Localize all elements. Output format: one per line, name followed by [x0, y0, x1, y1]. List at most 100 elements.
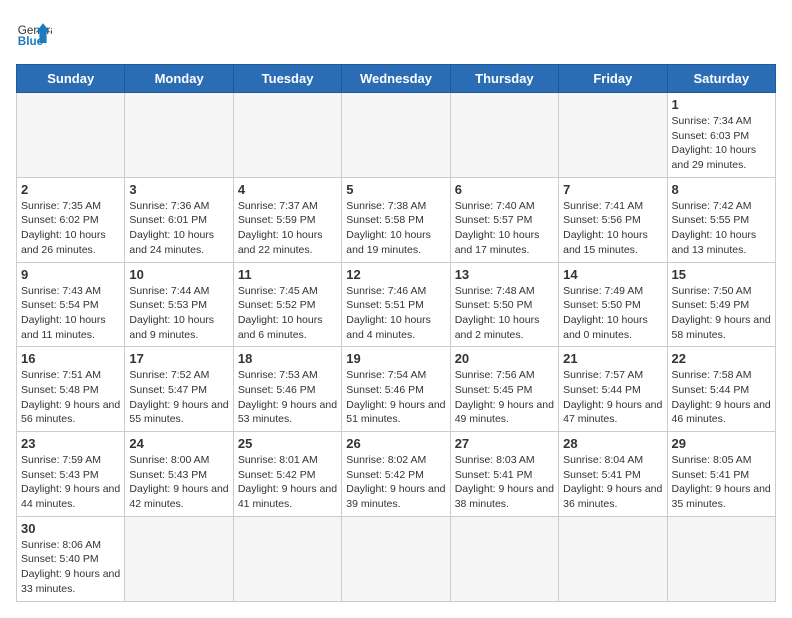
logo: General Blue	[16, 16, 52, 52]
day-info: Sunrise: 8:02 AM Sunset: 5:42 PM Dayligh…	[346, 453, 445, 512]
day-info: Sunrise: 7:53 AM Sunset: 5:46 PM Dayligh…	[238, 368, 337, 427]
day-info: Sunrise: 7:54 AM Sunset: 5:46 PM Dayligh…	[346, 368, 445, 427]
calendar-cell: 6 Sunrise: 7:40 AM Sunset: 5:57 PM Daylig…	[450, 177, 558, 262]
calendar-cell: 19 Sunrise: 7:54 AM Sunset: 5:46 PM Dayli…	[342, 347, 450, 432]
calendar-cell	[667, 516, 775, 601]
calendar-cell	[233, 516, 341, 601]
day-number: 11	[238, 267, 337, 282]
day-info: Sunrise: 7:45 AM Sunset: 5:52 PM Dayligh…	[238, 284, 337, 343]
logo-icon: General Blue	[16, 16, 52, 52]
day-number: 7	[563, 182, 662, 197]
calendar-cell	[342, 93, 450, 178]
day-number: 22	[672, 351, 771, 366]
weekday-header-tuesday: Tuesday	[233, 65, 341, 93]
day-info: Sunrise: 8:03 AM Sunset: 5:41 PM Dayligh…	[455, 453, 554, 512]
calendar-cell	[450, 516, 558, 601]
calendar-cell: 9 Sunrise: 7:43 AM Sunset: 5:54 PM Daylig…	[17, 262, 125, 347]
day-number: 6	[455, 182, 554, 197]
calendar-cell: 1Sunrise: 7:34 AM Sunset: 6:03 PM Daylig…	[667, 93, 775, 178]
day-number: 10	[129, 267, 228, 282]
day-number: 5	[346, 182, 445, 197]
calendar-cell: 2Sunrise: 7:35 AM Sunset: 6:02 PM Daylig…	[17, 177, 125, 262]
day-info: Sunrise: 7:44 AM Sunset: 5:53 PM Dayligh…	[129, 284, 228, 343]
weekday-header-sunday: Sunday	[17, 65, 125, 93]
calendar-cell	[17, 93, 125, 178]
calendar-cell	[125, 93, 233, 178]
calendar-cell: 26 Sunrise: 8:02 AM Sunset: 5:42 PM Dayli…	[342, 432, 450, 517]
day-number: 25	[238, 436, 337, 451]
calendar-cell: 11 Sunrise: 7:45 AM Sunset: 5:52 PM Dayli…	[233, 262, 341, 347]
day-info: Sunrise: 7:41 AM Sunset: 5:56 PM Dayligh…	[563, 199, 662, 258]
day-info: Sunrise: 7:49 AM Sunset: 5:50 PM Dayligh…	[563, 284, 662, 343]
day-info: Sunrise: 7:48 AM Sunset: 5:50 PM Dayligh…	[455, 284, 554, 343]
calendar-cell: 25 Sunrise: 8:01 AM Sunset: 5:42 PM Dayli…	[233, 432, 341, 517]
day-number: 26	[346, 436, 445, 451]
day-info: Sunrise: 7:40 AM Sunset: 5:57 PM Dayligh…	[455, 199, 554, 258]
weekday-header-row: SundayMondayTuesdayWednesdayThursdayFrid…	[17, 65, 776, 93]
day-info: Sunrise: 8:05 AM Sunset: 5:41 PM Dayligh…	[672, 453, 771, 512]
day-info: Sunrise: 7:58 AM Sunset: 5:44 PM Dayligh…	[672, 368, 771, 427]
calendar-cell	[233, 93, 341, 178]
day-info: Sunrise: 7:50 AM Sunset: 5:49 PM Dayligh…	[672, 284, 771, 343]
day-number: 19	[346, 351, 445, 366]
day-number: 23	[21, 436, 120, 451]
calendar-cell: 13Sunrise: 7:48 AM Sunset: 5:50 PM Dayli…	[450, 262, 558, 347]
day-number: 21	[563, 351, 662, 366]
calendar-cell: 20Sunrise: 7:56 AM Sunset: 5:45 PM Dayli…	[450, 347, 558, 432]
day-number: 4	[238, 182, 337, 197]
day-number: 30	[21, 521, 120, 536]
day-number: 16	[21, 351, 120, 366]
weekday-header-friday: Friday	[559, 65, 667, 93]
calendar-cell	[450, 93, 558, 178]
calendar-cell: 3 Sunrise: 7:36 AM Sunset: 6:01 PM Daylig…	[125, 177, 233, 262]
calendar-cell	[125, 516, 233, 601]
calendar-cell: 4 Sunrise: 7:37 AM Sunset: 5:59 PM Daylig…	[233, 177, 341, 262]
day-info: Sunrise: 8:01 AM Sunset: 5:42 PM Dayligh…	[238, 453, 337, 512]
week-row-5: 23 Sunrise: 7:59 AM Sunset: 5:43 PM Dayli…	[17, 432, 776, 517]
calendar-cell: 10 Sunrise: 7:44 AM Sunset: 5:53 PM Dayli…	[125, 262, 233, 347]
calendar-cell: 23 Sunrise: 7:59 AM Sunset: 5:43 PM Dayli…	[17, 432, 125, 517]
day-number: 29	[672, 436, 771, 451]
day-number: 18	[238, 351, 337, 366]
calendar-cell: 29 Sunrise: 8:05 AM Sunset: 5:41 PM Dayli…	[667, 432, 775, 517]
day-info: Sunrise: 7:43 AM Sunset: 5:54 PM Dayligh…	[21, 284, 120, 343]
calendar-cell: 5 Sunrise: 7:38 AM Sunset: 5:58 PM Daylig…	[342, 177, 450, 262]
weekday-header-saturday: Saturday	[667, 65, 775, 93]
day-info: Sunrise: 7:42 AM Sunset: 5:55 PM Dayligh…	[672, 199, 771, 258]
day-info: Sunrise: 7:57 AM Sunset: 5:44 PM Dayligh…	[563, 368, 662, 427]
day-info: Sunrise: 7:59 AM Sunset: 5:43 PM Dayligh…	[21, 453, 120, 512]
day-number: 20	[455, 351, 554, 366]
calendar-cell: 18 Sunrise: 7:53 AM Sunset: 5:46 PM Dayli…	[233, 347, 341, 432]
weekday-header-wednesday: Wednesday	[342, 65, 450, 93]
calendar-cell: 24Sunrise: 8:00 AM Sunset: 5:43 PM Dayli…	[125, 432, 233, 517]
calendar-cell: 27Sunrise: 8:03 AM Sunset: 5:41 PM Dayli…	[450, 432, 558, 517]
calendar-cell: 14 Sunrise: 7:49 AM Sunset: 5:50 PM Dayli…	[559, 262, 667, 347]
calendar-cell: 15Sunrise: 7:50 AM Sunset: 5:49 PM Dayli…	[667, 262, 775, 347]
calendar-cell: 30 Sunrise: 8:06 AM Sunset: 5:40 PM Dayli…	[17, 516, 125, 601]
calendar-cell	[342, 516, 450, 601]
week-row-6: 30 Sunrise: 8:06 AM Sunset: 5:40 PM Dayli…	[17, 516, 776, 601]
day-number: 12	[346, 267, 445, 282]
day-number: 17	[129, 351, 228, 366]
day-info: Sunrise: 8:00 AM Sunset: 5:43 PM Dayligh…	[129, 453, 228, 512]
day-info: Sunrise: 7:35 AM Sunset: 6:02 PM Dayligh…	[21, 199, 120, 258]
weekday-header-thursday: Thursday	[450, 65, 558, 93]
week-row-4: 16Sunrise: 7:51 AM Sunset: 5:48 PM Dayli…	[17, 347, 776, 432]
day-info: Sunrise: 7:37 AM Sunset: 5:59 PM Dayligh…	[238, 199, 337, 258]
week-row-2: 2Sunrise: 7:35 AM Sunset: 6:02 PM Daylig…	[17, 177, 776, 262]
calendar-cell: 12Sunrise: 7:46 AM Sunset: 5:51 PM Dayli…	[342, 262, 450, 347]
day-info: Sunrise: 7:36 AM Sunset: 6:01 PM Dayligh…	[129, 199, 228, 258]
day-info: Sunrise: 7:52 AM Sunset: 5:47 PM Dayligh…	[129, 368, 228, 427]
day-number: 3	[129, 182, 228, 197]
day-info: Sunrise: 7:34 AM Sunset: 6:03 PM Dayligh…	[672, 114, 771, 173]
calendar-cell: 7 Sunrise: 7:41 AM Sunset: 5:56 PM Daylig…	[559, 177, 667, 262]
day-info: Sunrise: 7:38 AM Sunset: 5:58 PM Dayligh…	[346, 199, 445, 258]
calendar-cell: 16Sunrise: 7:51 AM Sunset: 5:48 PM Dayli…	[17, 347, 125, 432]
calendar-cell: 8Sunrise: 7:42 AM Sunset: 5:55 PM Daylig…	[667, 177, 775, 262]
day-number: 28	[563, 436, 662, 451]
day-info: Sunrise: 8:06 AM Sunset: 5:40 PM Dayligh…	[21, 538, 120, 597]
day-number: 9	[21, 267, 120, 282]
day-number: 14	[563, 267, 662, 282]
calendar-table: SundayMondayTuesdayWednesdayThursdayFrid…	[16, 64, 776, 602]
calendar-cell: 28Sunrise: 8:04 AM Sunset: 5:41 PM Dayli…	[559, 432, 667, 517]
